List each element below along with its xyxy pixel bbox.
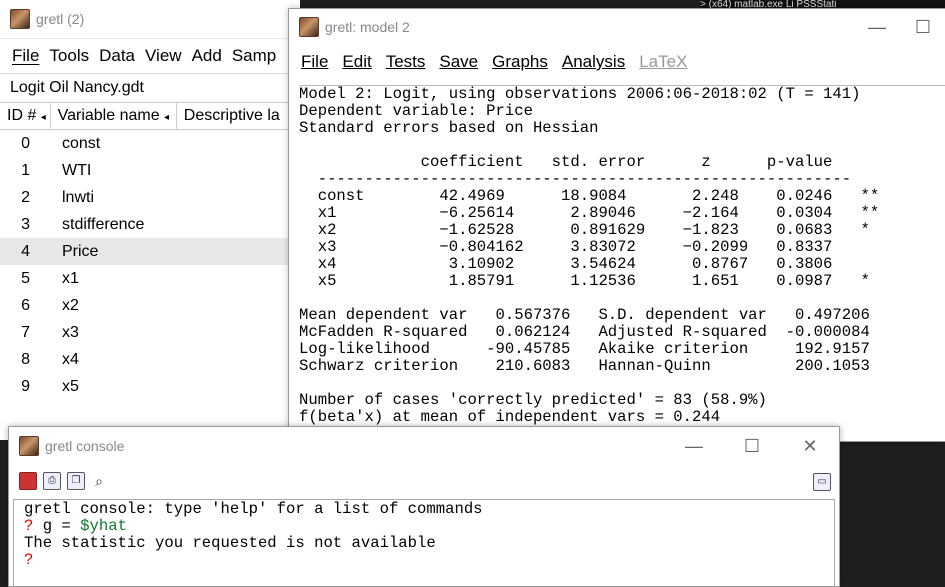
main-menubar: File Tools Data View Add Samp [0,39,300,74]
output-line: Schwarz criterion 210.6083 Hannan-Quinn … [299,357,870,375]
output-line: x1 −6.25614 2.89046 −2.164 0.0304 ** [299,204,880,222]
gretl-app-icon [299,17,319,37]
output-line: ----------------------------------------… [299,170,852,188]
console-text-area[interactable]: gretl console: type 'help' for a list of… [13,499,835,586]
output-line: x3 −0.804162 3.83072 −0.2099 0.8337 [299,238,833,256]
gretl-app-icon [10,9,30,29]
output-line: const 42.4969 18.9084 2.248 0.0246 ** [299,187,880,205]
console-titlebar[interactable]: gretl console — ☐ ✕ [9,427,839,465]
model-menubar: File Edit Tests Save Graphs Analysis LaT… [289,45,945,79]
output-line: McFadden R-squared 0.062124 Adjusted R-s… [299,323,870,341]
output-line: x4 3.10902 3.54624 0.8767 0.3806 [299,255,833,273]
column-descriptive-label[interactable]: Descriptive la [177,103,300,129]
console-prompt[interactable]: ? [24,552,834,569]
list-item[interactable]: 9 x5 [0,373,300,400]
print-icon[interactable]: ⎙ [43,472,61,490]
variable-list-header: ID # ◂ Variable name ◂ Descriptive la [0,103,300,130]
copy-icon[interactable]: ❐ [67,472,85,490]
list-item[interactable]: 7 x3 [0,319,300,346]
list-item[interactable]: 5 x1 [0,265,300,292]
model-titlebar[interactable]: gretl: model 2 — ☐ [289,9,945,45]
menu-view[interactable]: View [145,46,182,66]
menu-tools[interactable]: Tools [49,46,89,66]
menu-file[interactable]: File [301,52,328,72]
maximize-icon[interactable]: ☐ [900,9,945,45]
menu-save[interactable]: Save [439,52,478,72]
list-item[interactable]: 1 WTI [0,157,300,184]
console-banner: gretl console: type 'help' for a list of… [24,500,483,518]
dataset-name: Logit Oil Nancy.gdt [0,74,300,103]
output-line: Mean dependent var 0.567376 S.D. depende… [299,306,870,324]
output-line: Standard errors based on Hessian [299,119,599,137]
minimize-icon[interactable]: — [665,427,723,465]
model-output-text[interactable]: Model 2: Logit, using observations 2006:… [299,85,945,441]
menu-latex: LaTeX [639,52,688,71]
list-item[interactable]: 2 lnwti [0,184,300,211]
console-error-message: The statistic you requested is not avail… [24,534,436,552]
output-line: x2 −1.62528 0.891629 −1.823 0.0683 * [299,221,870,239]
output-line: Log-likelihood -90.45785 Akaike criterio… [299,340,870,358]
column-variable-name[interactable]: Variable name ◂ [51,103,177,129]
menu-tests[interactable]: Tests [386,52,426,72]
gretl-main-window: gretl (2) File Tools Data View Add Samp … [0,0,300,440]
console-window: gretl console — ☐ ✕ ⎙ ❐ ⌕ ▭ gretl consol… [8,426,840,587]
output-line: Number of cases 'correctly predicted' = … [299,391,767,409]
model-window: gretl: model 2 — ☐ File Edit Tests Save … [288,8,945,442]
maximize-icon[interactable]: ☐ [723,427,781,465]
main-window-title: gretl (2) [36,11,85,27]
console-command-line: ? g = $yhat [24,517,127,535]
close-icon[interactable]: ✕ [781,427,839,465]
output-line: Model 2: Logit, using observations 2006:… [299,85,861,103]
console-toolbar: ⎙ ❐ ⌕ ▭ [9,465,839,497]
console-window-title: gretl console [45,438,125,454]
search-icon[interactable]: ⌕ [91,473,107,489]
list-item[interactable]: 0 const [0,130,300,157]
save-icon[interactable] [19,472,37,490]
output-line: Dependent variable: Price [299,102,533,120]
list-item-selected[interactable]: 4 Price [0,238,300,265]
menu-edit[interactable]: Edit [342,52,371,72]
list-item[interactable]: 8 x4 [0,346,300,373]
output-line: x5 1.85791 1.12536 1.651 0.0987 * [299,272,870,290]
menu-data[interactable]: Data [99,46,135,66]
model-window-title: gretl: model 2 [325,19,410,35]
minimize-icon[interactable]: — [854,9,900,45]
menu-add[interactable]: Add [192,46,222,66]
output-line: f(beta'x) at mean of independent vars = … [299,408,721,426]
menu-graphs[interactable]: Graphs [492,52,548,72]
list-item[interactable]: 3 stdifference [0,211,300,238]
output-line: coefficient std. error z p-value [299,153,833,171]
window-list-icon[interactable]: ▭ [813,473,831,491]
menu-analysis[interactable]: Analysis [562,52,625,72]
column-id[interactable]: ID # ◂ [0,103,51,129]
gretl-app-icon [19,436,39,456]
variable-list: 0 const 1 WTI 2 lnwti 3 stdifference 4 Price … [0,130,300,400]
list-item[interactable]: 6 x2 [0,292,300,319]
main-titlebar[interactable]: gretl (2) [0,0,300,39]
menu-sample[interactable]: Samp [232,46,276,66]
menu-file[interactable]: File [12,46,39,66]
